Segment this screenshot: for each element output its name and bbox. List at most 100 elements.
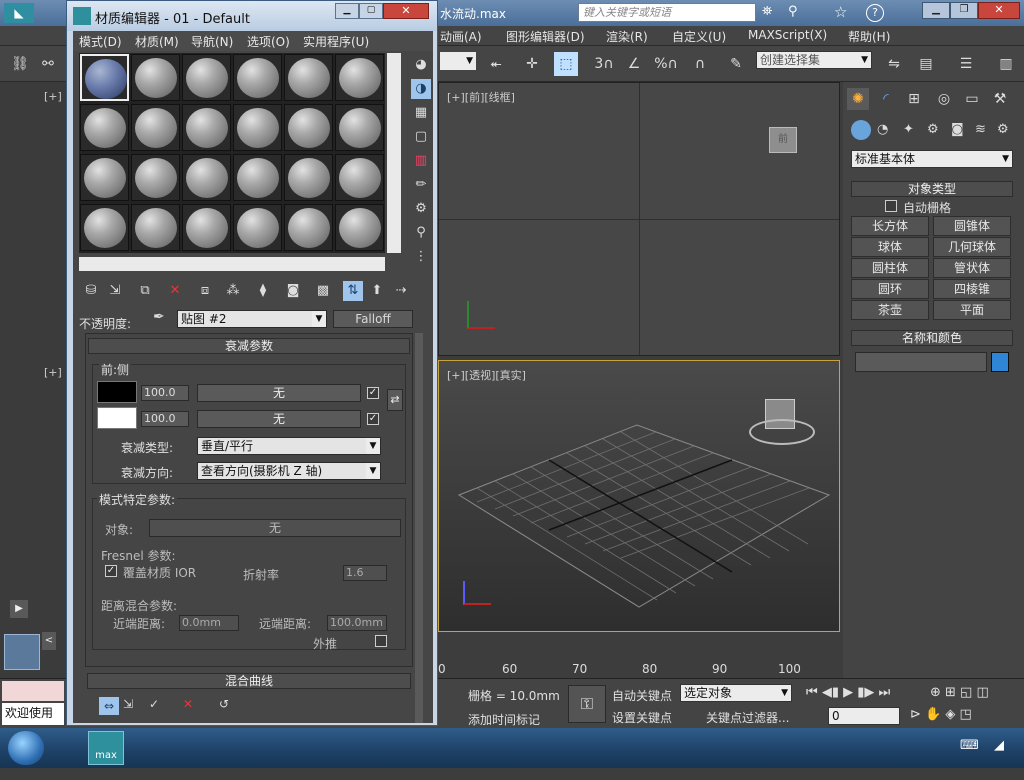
create-tab-icon[interactable]: ✺ [847, 88, 869, 110]
spacewarps-icon[interactable]: ≋ [975, 122, 986, 137]
viewcube[interactable]: 前 [769, 127, 797, 153]
mix-curve-rollout-header[interactable]: 混合曲线 [87, 673, 411, 689]
side-color-swatch[interactable] [97, 407, 137, 429]
teapot-button[interactable]: 茶壶 [851, 300, 929, 320]
sample-slot[interactable] [182, 204, 231, 251]
video-color-icon[interactable]: ▥ [411, 151, 431, 171]
assign-to-selection-icon[interactable]: ⧉ [135, 281, 155, 301]
geosphere-button[interactable]: 几何球体 [933, 237, 1011, 257]
matwin-minimize-button[interactable]: ▁ [335, 3, 359, 19]
star-icon[interactable]: ☆ [834, 3, 847, 21]
maxscript-listener[interactable] [2, 681, 64, 701]
volume-icon[interactable]: ◢ [994, 738, 1004, 753]
minimize-button[interactable]: ▁ [922, 2, 950, 19]
geometry-icon[interactable] [851, 120, 871, 140]
matmenu-material[interactable]: 材质(M) [135, 33, 179, 50]
cylinder-button[interactable]: 圆柱体 [851, 258, 929, 278]
set-key-icon[interactable]: ⚿ [568, 685, 606, 723]
material-id-icon[interactable]: ◙ [283, 281, 303, 301]
make-unique-icon[interactable]: ⁂ [223, 281, 243, 301]
snap-3-icon[interactable]: 3∩ [592, 52, 616, 76]
front-color-swatch[interactable] [97, 381, 137, 403]
utilities-tab-icon[interactable]: ⚒ [989, 88, 1011, 110]
curve-add-point-icon[interactable]: ✓ [149, 697, 159, 711]
sample-slot[interactable] [335, 54, 384, 101]
timeline-ruler[interactable]: 0 60 70 80 90 100 [438, 660, 840, 678]
sample-slot[interactable] [233, 154, 282, 201]
sample-slot[interactable] [284, 54, 333, 101]
make-preview-icon[interactable]: ✏ [411, 175, 431, 195]
ribbon-icon[interactable]: ▥ [994, 52, 1018, 76]
front-amount-spinner[interactable]: 100.0 [141, 385, 189, 401]
get-material-icon[interactable]: ⛁ [81, 281, 101, 301]
sample-slot[interactable] [182, 154, 231, 201]
swap-colors-button[interactable]: ⇄ [387, 389, 403, 411]
matmenu-modes[interactable]: 模式(D) [79, 33, 122, 50]
link-icon[interactable]: ⛓ [8, 52, 32, 76]
map-type-button[interactable]: Falloff [333, 310, 413, 328]
show-end-result-icon[interactable]: ⇅ [343, 281, 363, 301]
frame-spinner[interactable]: 0 [828, 707, 900, 725]
display-tab-icon[interactable]: ▭ [961, 88, 983, 110]
go-to-parent-icon[interactable]: ⬆ [367, 281, 387, 301]
matwin-close-button[interactable]: ✕ [383, 3, 429, 19]
category-dropdown[interactable]: 标准基本体 ▼ [851, 150, 1013, 168]
falloff-type-dropdown[interactable]: 垂直/平行 ▼ [197, 437, 381, 455]
viewport-front-label[interactable]: [+][前][线框] [447, 89, 515, 105]
side-amount-spinner[interactable]: 100.0 [141, 411, 189, 427]
sample-slot[interactable] [80, 154, 129, 201]
side-map-button[interactable]: 无 [197, 410, 361, 428]
eyedropper-icon[interactable]: ✒ [153, 309, 165, 325]
help-icon[interactable]: ? [866, 4, 884, 22]
object-type-rollout[interactable]: 对象类型 [851, 181, 1013, 197]
object-color-swatch[interactable] [991, 352, 1009, 372]
add-time-tag-label[interactable]: 添加时间标记 [468, 711, 540, 728]
sample-slot[interactable] [335, 104, 384, 151]
sample-slot[interactable] [233, 104, 282, 151]
arrow-left-button[interactable]: < [42, 632, 56, 650]
front-map-checkbox[interactable]: ✓ [367, 387, 379, 399]
nav-controls[interactable]: ⊕ ⊞ ◱ ◫ [930, 685, 989, 700]
menu-graph-editors[interactable]: 图形编辑器(D) [506, 28, 585, 45]
falloff-dir-dropdown[interactable]: 查看方向(摄影机 Z 轴) ▼ [197, 462, 381, 480]
curve-reset-icon[interactable]: ↺ [219, 697, 229, 711]
curve-delete-point-icon[interactable]: ✕ [183, 697, 193, 711]
reset-map-icon[interactable]: ✕ [165, 281, 185, 301]
key-set-dropdown[interactable]: 选定对象 ▼ [680, 684, 792, 702]
hierarchy-tab-icon[interactable]: ⊞ [903, 88, 925, 110]
curve-move-icon[interactable]: ⇔ [99, 697, 119, 715]
object-pick-button[interactable]: 无 [149, 519, 401, 537]
sample-slot[interactable] [335, 154, 384, 201]
systems-icon[interactable]: ⚙ [997, 122, 1009, 137]
viewport-label-top[interactable]: [+] [44, 90, 62, 103]
matmenu-navigation[interactable]: 导航(N) [191, 33, 233, 50]
extrapolate-checkbox[interactable] [375, 635, 387, 647]
sample-slot[interactable] [131, 154, 180, 201]
sphere-button[interactable]: 球体 [851, 237, 929, 257]
helpers-icon[interactable]: ◙ [951, 122, 964, 137]
menu-rendering[interactable]: 渲染(R) [606, 28, 648, 45]
play-button[interactable]: ▶ [10, 600, 28, 618]
key-filters-button[interactable]: 关键点过滤器... [706, 709, 789, 726]
put-to-scene-icon[interactable]: ⇲ [105, 281, 125, 301]
selection-filter-arrow[interactable]: ▼ [440, 52, 476, 70]
viewport-label-left[interactable]: [+] [44, 366, 62, 379]
menu-animation[interactable]: 动画(A) [440, 28, 482, 45]
slots-horizontal-scrollbar[interactable] [79, 257, 385, 271]
matmenu-utilities[interactable]: 实用程序(U) [303, 33, 369, 50]
menu-help[interactable]: 帮助(H) [848, 28, 890, 45]
front-map-button[interactable]: 无 [197, 384, 361, 402]
tube-button[interactable]: 管状体 [933, 258, 1011, 278]
taskbar-max-button[interactable]: max [88, 731, 124, 765]
sample-slot[interactable] [284, 104, 333, 151]
material-navigator-icon[interactable]: ⋮ [411, 247, 431, 267]
cone-button[interactable]: 圆锥体 [933, 216, 1011, 236]
select-by-material-icon[interactable]: ⚲ [411, 223, 431, 243]
lights-icon[interactable]: ✦ [903, 122, 914, 137]
search-field[interactable]: 键入关键字或短语 [578, 3, 756, 22]
override-ior-checkbox[interactable]: ✓ [105, 565, 117, 577]
object-name-field[interactable] [855, 352, 987, 372]
near-distance-spinner[interactable]: 0.0mm [179, 615, 239, 631]
align-icon[interactable]: ▤ [914, 52, 938, 76]
falloff-rollout-header[interactable]: 衰减参数 [88, 338, 410, 354]
